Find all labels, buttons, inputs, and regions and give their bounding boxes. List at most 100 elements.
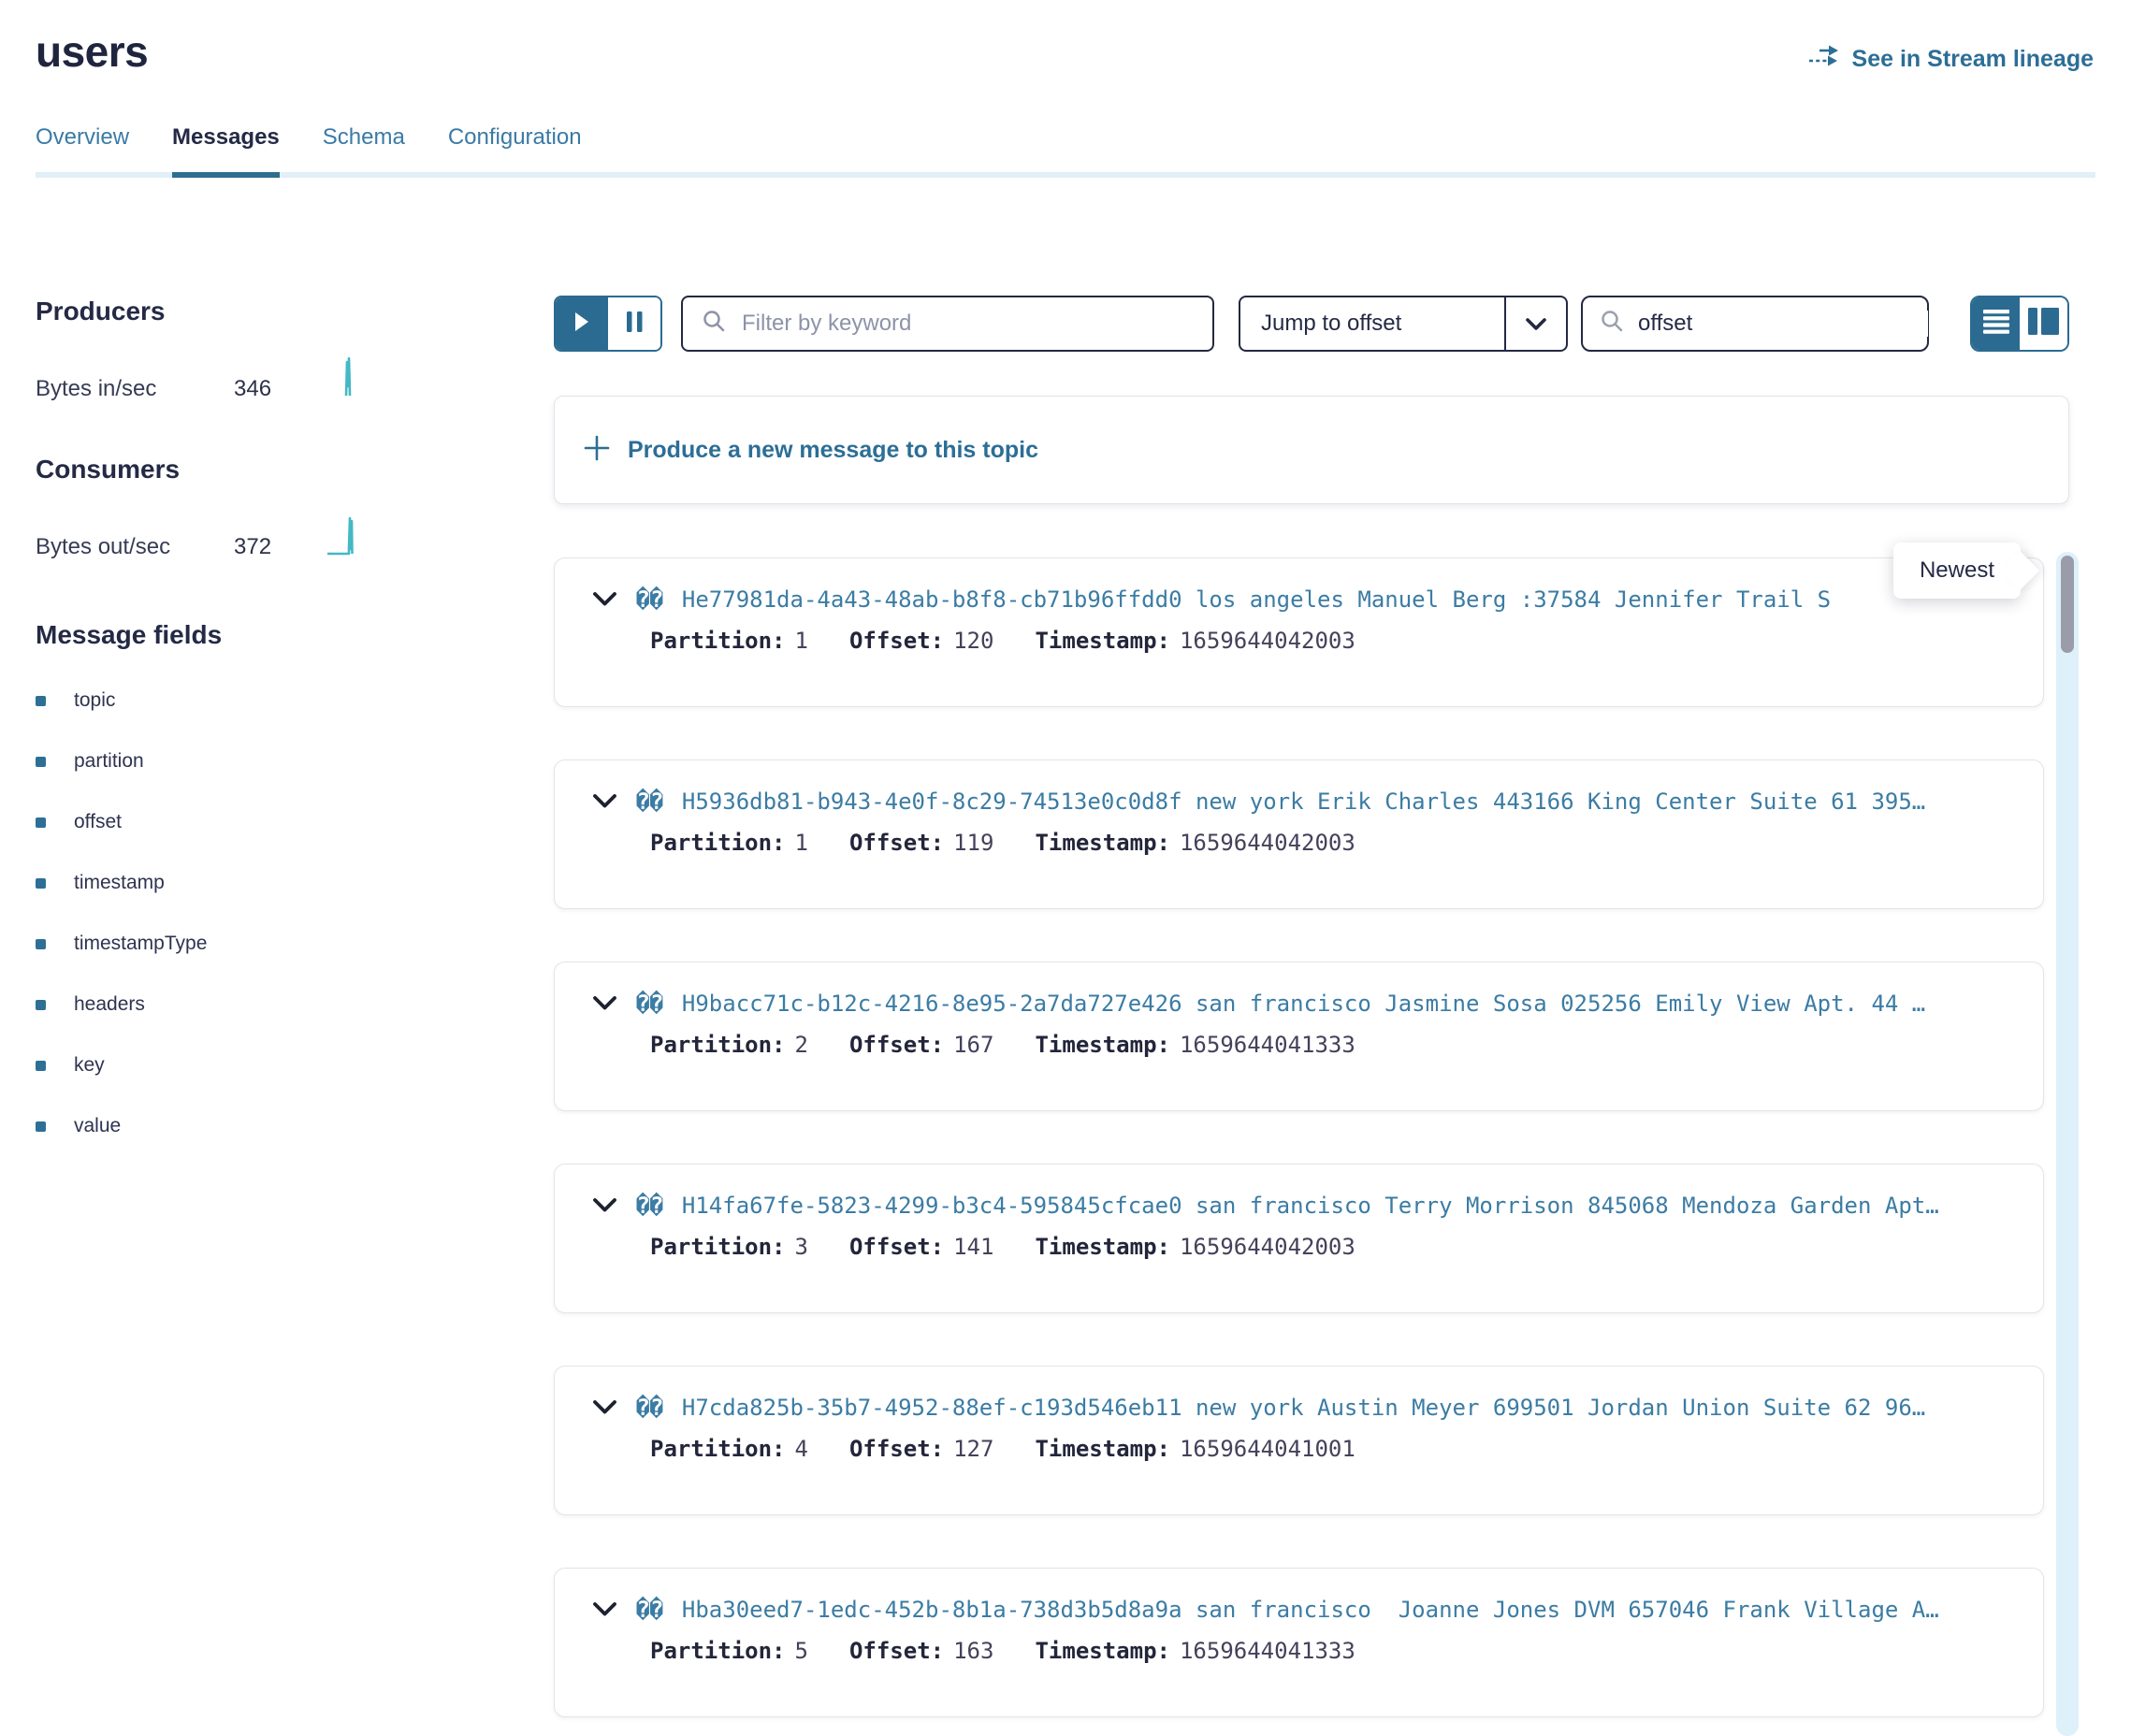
key-icon: �� [636,586,663,613]
jump-to-offset-select[interactable]: Jump to offset [1239,296,1568,352]
bytes-out-metric: Bytes out/sec 372 [36,514,365,561]
key-icon: �� [636,1395,663,1421]
key-icon: �� [636,1597,663,1623]
field-bullet-icon [36,696,46,706]
topic-tabs: Overview Messages Schema Configuration [36,123,2095,178]
keyword-filter-input[interactable] [742,311,1194,337]
field-bullet-icon [36,1061,46,1071]
producers-heading: Producers [36,296,554,327]
field-item-value[interactable]: value [36,1114,554,1138]
play-button[interactable] [556,297,608,350]
expand-chevron-icon[interactable] [592,1399,617,1416]
field-item-timestampType[interactable]: timestampType [36,932,554,956]
field-item-headers[interactable]: headers [36,992,554,1017]
timestamp-value: 1659644042003 [1180,628,1355,654]
expand-chevron-icon[interactable] [592,1197,617,1214]
page-header: users See in Stream lineage [0,0,2131,75]
message-key[interactable]: He77981da-4a43-48ab-b8f8-cb71b96ffdd0 lo… [682,586,1831,613]
expand-chevron-icon[interactable] [592,793,617,810]
field-item-timestamp[interactable]: timestamp [36,871,554,895]
field-bullet-icon [36,817,46,828]
timestamp-value: 1659644041333 [1180,1032,1355,1058]
split-view-icon [2028,308,2059,340]
expand-chevron-icon[interactable] [592,995,617,1012]
message-card: �� H14fa67fe-5823-4299-b3c4-595845cfcae0… [554,1164,2044,1313]
partition-value: 4 [795,1436,808,1462]
offset-search-field[interactable] [1581,296,1929,352]
message-key[interactable]: H14fa67fe-5823-4299-b3c4-595845cfcae0 sa… [682,1193,1939,1219]
pause-button[interactable] [608,297,660,350]
keyword-filter-field[interactable] [681,296,1214,352]
field-item-topic[interactable]: topic [36,688,554,713]
message-card: �� He77981da-4a43-48ab-b8f8-cb71b96ffdd0… [554,557,2044,707]
bytes-in-metric: Bytes in/sec 346 [36,355,365,403]
field-item-offset[interactable]: offset [36,810,554,834]
key-icon: �� [636,788,663,815]
expand-chevron-icon[interactable] [592,591,617,608]
tab-messages[interactable]: Messages [172,123,280,178]
field-bullet-icon [36,939,46,949]
offset-value: 127 [953,1436,993,1462]
message-card: �� H5936db81-b943-4e0f-8c29-74513e0c0d8f… [554,760,2044,909]
stream-lineage-label: See in Stream lineage [1852,46,2094,73]
newest-tooltip-label: Newest [1920,557,1994,583]
offset-search-input[interactable] [1638,311,1928,337]
field-item-key[interactable]: key [36,1053,554,1078]
timestamp-value: 1659644042003 [1180,1234,1355,1260]
message-fields-list: topic partition offset timestamp timesta… [36,688,554,1138]
expand-chevron-icon[interactable] [592,1601,617,1618]
messages-panel: Jump to offset [554,296,2131,1736]
producers-section: Producers Bytes in/sec 346 [36,296,554,403]
bytes-out-label: Bytes out/sec [36,533,234,561]
field-item-partition[interactable]: partition [36,749,554,774]
tab-schema[interactable]: Schema [323,123,405,172]
search-icon [702,309,727,339]
produce-message-button[interactable]: Produce a new message to this topic [554,396,2069,504]
topic-sidebar: Producers Bytes in/sec 346 Consumers Byt… [0,296,554,1736]
message-list: Newest �� He77981da-4a43-48ab-b8f8-cb71b… [554,557,2069,1717]
message-card: �� Hba30eed7-1edc-452b-8b1a-738d3b5d8a9a… [554,1568,2044,1717]
partition-value: 5 [795,1638,808,1664]
partition-value: 1 [795,628,808,654]
field-bullet-icon [36,757,46,767]
message-key[interactable]: H5936db81-b943-4e0f-8c29-74513e0c0d8f ne… [682,788,1925,815]
message-key[interactable]: H7cda825b-35b7-4952-88ef-c193d546eb11 ne… [682,1395,1925,1421]
view-mode-toggle [1970,296,2069,352]
offset-value: 167 [953,1032,993,1058]
message-meta: Partition:1 Offset:120 Timestamp:1659644… [650,628,2015,654]
plus-icon [583,434,611,467]
pause-icon [627,311,643,337]
offset-value: 163 [953,1638,993,1664]
message-list-scrollbar[interactable] [2056,552,2079,1736]
field-bullet-icon [36,1000,46,1010]
message-meta: Partition:1 Offset:119 Timestamp:1659644… [650,830,2015,856]
partition-value: 2 [795,1032,808,1058]
message-key[interactable]: Hba30eed7-1edc-452b-8b1a-738d3b5d8a9a sa… [682,1597,1939,1623]
consumers-section: Consumers Bytes out/sec 372 [36,454,554,561]
live-consume-toggle [554,296,662,352]
offset-value: 141 [953,1234,993,1260]
timestamp-value: 1659644041333 [1180,1638,1355,1664]
scrollbar-thumb[interactable] [2061,556,2074,653]
stream-lineage-link[interactable]: See in Stream lineage [1807,43,2094,76]
partition-value: 1 [795,830,808,856]
tab-configuration[interactable]: Configuration [448,123,582,172]
bytes-in-label: Bytes in/sec [36,375,234,403]
message-meta: Partition:2 Offset:167 Timestamp:1659644… [650,1032,2015,1058]
field-bullet-icon [36,878,46,889]
play-icon [573,311,590,337]
list-view-button[interactable] [1972,297,2020,350]
offset-value: 120 [953,628,993,654]
message-meta: Partition:4 Offset:127 Timestamp:1659644… [650,1436,2015,1462]
messages-toolbar: Jump to offset [554,296,2069,352]
message-meta: Partition:5 Offset:163 Timestamp:1659644… [650,1638,2015,1664]
tab-overview[interactable]: Overview [36,123,129,172]
consumers-heading: Consumers [36,454,554,485]
split-view-button[interactable] [2020,297,2067,350]
bytes-in-value: 346 [234,375,271,403]
search-icon [1600,309,1625,339]
message-fields-heading: Message fields [36,619,554,651]
message-key[interactable]: H9bacc71c-b12c-4216-8e95-2a7da727e426 sa… [682,991,1925,1017]
bytes-in-sparkline-icon [333,355,365,403]
offset-value: 119 [953,830,993,856]
